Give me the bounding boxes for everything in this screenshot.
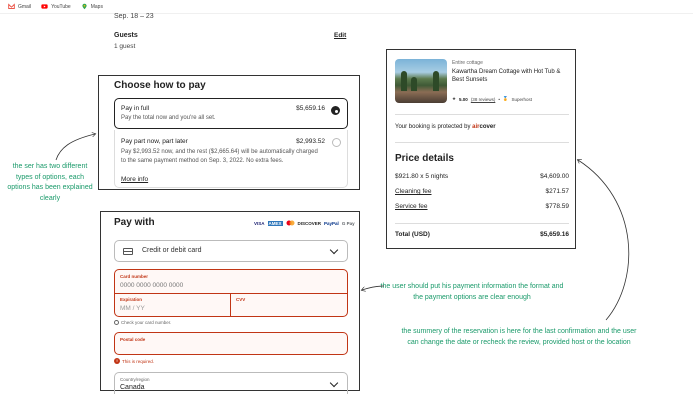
gmail-icon [8,3,15,10]
listing-title[interactable]: Kawartha Dream Cottage with Hot Tub & Be… [452,68,570,84]
card-number-placeholder: 0000 0000 0000 0000 [120,282,184,289]
total-label: Total (USD) [395,231,430,238]
card-number-label: Card number [120,274,149,279]
info-icon [114,320,119,325]
maps-icon [82,3,87,10]
price-row-value: $4,609.00 [540,173,569,180]
rating-value: 5.00 [459,96,468,102]
superhost-label: Superhost [511,96,533,102]
cvv-field[interactable]: CVV [231,294,347,317]
payment-method-value: Credit or debit card [142,247,202,254]
card-details-group: Card number 0000 0000 0000 0000 Expirati… [114,269,348,317]
pay-part-price: $2,993.52 [296,138,325,145]
summary-divider [395,114,569,115]
card-brands: VISA AMEX DISCOVER PayPal G Pay [254,220,355,226]
chevron-down-icon [329,245,339,255]
pay-in-full-title: Pay in full [121,105,150,112]
price-row-label[interactable]: Cleaning fee [395,188,432,195]
bookmark-gmail-label: Gmail [18,3,32,10]
pay-part-desc: Pay $2,993.52 now, and the rest ($2,665.… [121,149,318,164]
youtube-icon [41,4,48,9]
guests-label: Guests [114,32,138,39]
star-icon: ★ [452,96,457,101]
paypal-icon: PayPal [324,220,339,226]
discover-icon: DISCOVER [297,220,322,226]
summary-divider [395,223,569,224]
card-number-field[interactable]: Card number 0000 0000 0000 0000 [115,270,347,294]
country-value: Canada [120,384,145,391]
pay-with-title: Pay with [114,217,155,228]
bookmark-youtube[interactable]: YouTube [41,3,71,10]
card-hint: Check your card number. [114,320,171,325]
price-row: Service fee $778.59 [395,203,569,210]
superhost-icon: 🏅 [502,96,509,101]
pay-in-full-price: $5,659.16 [296,105,325,112]
postal-error-text: This is required. [122,358,155,364]
country-label: Country/region [120,377,150,382]
aircover-cover: cover [479,124,496,130]
pay-in-full-option[interactable]: Pay in full Pay the total now and you're… [114,98,348,129]
gpay-icon: G Pay [341,220,355,226]
expiration-label: Expiration [120,297,143,302]
bookmarks-bar: Gmail YouTube Maps [0,0,693,14]
price-details-title: Price details [395,153,454,164]
amex-icon: AMEX [267,220,283,226]
postal-code-label: Postal code [120,337,146,342]
bookmark-maps[interactable]: Maps [81,3,103,10]
credit-card-icon [123,248,133,255]
annotation-summary: the summery of the reservation is here f… [401,328,637,346]
aircover-logo[interactable]: aircover [472,124,495,130]
pay-part-option[interactable]: Pay part now, part later $2,993.52 Pay $… [114,130,348,188]
price-row-value: $271.57 [545,188,570,195]
price-row-label: $921.80 x 5 nights [395,173,449,180]
pay-part-title: Pay part now, part later [121,138,188,145]
aircover-air: air [472,124,480,130]
arrow-to-summary [578,160,630,321]
trip-dates-value: Sep. 18 – 23 [114,13,154,20]
bookmark-gmail[interactable]: Gmail [8,3,31,10]
price-row-label[interactable]: Service fee [395,203,428,210]
expiration-field[interactable]: Expiration MM / YY [115,294,231,317]
pay-in-full-radio[interactable] [331,106,340,115]
annotation-payment-info: the user should put his payment informat… [380,283,564,301]
arrow-to-choose-pay [55,134,95,161]
pay-in-full-desc: Pay the total now and you're all set. [121,115,216,121]
more-info-link[interactable]: More info [121,176,148,183]
summary-divider [395,142,569,143]
postal-code-field[interactable]: Postal code [114,332,348,355]
total-value: $5,659.16 [540,231,569,238]
edit-guests-link[interactable]: Edit [334,32,346,39]
guests-value: 1 guest [114,43,136,50]
aircover-text: Your booking is protected by [395,124,471,130]
listing-photo[interactable] [395,59,447,103]
total-row: Total (USD) $5,659.16 [395,231,569,238]
bookmark-youtube-label: YouTube [51,3,71,10]
pay-part-radio[interactable] [332,138,341,147]
expiration-placeholder: MM / YY [120,305,145,312]
listing-type: Entire cottage [452,60,483,66]
bookmark-maps-label: Maps [90,3,103,10]
chevron-down-icon [329,378,339,388]
reviews-count[interactable]: (38 reviews) [471,97,496,102]
aircover-notice: Your booking is protected by aircover [395,124,496,130]
choose-pay-title: Choose how to pay [114,80,206,91]
cvv-label: CVV [236,297,246,302]
visa-icon: VISA [254,220,265,226]
card-hint-text: Check your card number. [121,320,172,325]
listing-rating: ★ 5.00 (38 reviews) • 🏅 Superhost [452,96,533,102]
annotation-payment-options: the ser has two different types of optio… [7,163,93,202]
payment-method-select[interactable]: Credit or debit card [114,240,348,262]
price-row-value: $778.59 [545,203,570,210]
country-select[interactable]: Country/region Canada [114,372,348,394]
price-row: Cleaning fee $271.57 [395,188,569,195]
price-row: $921.80 x 5 nights $4,609.00 [395,173,569,180]
error-icon: ! [114,358,120,364]
postal-error: ! This is required. [114,358,154,364]
mastercard-icon [286,220,295,226]
